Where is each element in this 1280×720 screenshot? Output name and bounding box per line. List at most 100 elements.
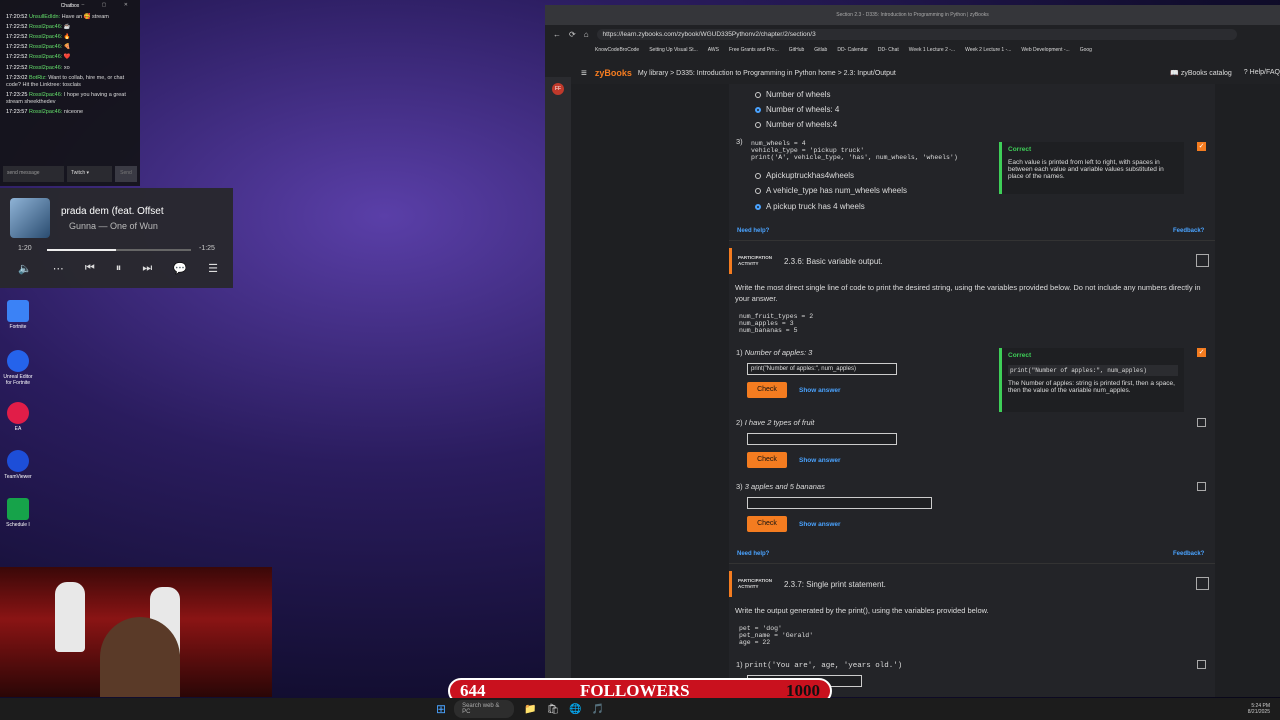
- chat-timestamp: 17:20:52: [6, 13, 28, 20]
- bookmark-item[interactable]: KnowCodeBroCode: [595, 47, 639, 53]
- unreal-editor-icon: [7, 350, 29, 372]
- bookmark-item[interactable]: Setting Up Visual St...: [649, 47, 698, 53]
- check-button[interactable]: Check: [747, 452, 787, 468]
- pause-icon[interactable]: ⏸: [116, 262, 122, 275]
- home-icon[interactable]: ⌂: [584, 30, 589, 39]
- chat-text: ☕: [63, 23, 71, 30]
- browser-tab[interactable]: Section 2.3 - D335: Introduction to Prog…: [545, 5, 1280, 25]
- bookmark-item[interactable]: Gitlab: [814, 47, 827, 53]
- question-completion-box: [1197, 482, 1206, 491]
- desktop-icon-ea[interactable]: EA: [2, 402, 34, 432]
- show-answer-button[interactable]: Show answer: [799, 521, 841, 528]
- music-icon[interactable]: 🎵: [592, 704, 604, 715]
- chat-username[interactable]: Rossl2pac46:: [29, 24, 62, 30]
- queue-icon[interactable]: ☰: [208, 262, 218, 275]
- progress-bar[interactable]: [47, 249, 191, 251]
- radio-option[interactable]: Number of wheels:4: [755, 120, 837, 129]
- bookmark-item[interactable]: DD- Chat: [878, 47, 899, 53]
- need-help-link[interactable]: Need help?: [737, 551, 769, 557]
- back-icon[interactable]: ←: [553, 30, 561, 39]
- bookmark-item[interactable]: Goog: [1080, 47, 1092, 53]
- file-explorer-icon[interactable]: 📁: [524, 704, 536, 715]
- chat-username[interactable]: Rossl2pac46:: [29, 44, 62, 50]
- breadcrumb[interactable]: My library > D335: Introduction to Progr…: [638, 70, 896, 77]
- divider: [729, 240, 1215, 241]
- need-help-link[interactable]: Need help?: [737, 228, 769, 234]
- menu-icon[interactable]: ≡: [581, 68, 587, 79]
- radio-option[interactable]: Number of wheels: [755, 90, 830, 99]
- chat-username[interactable]: Rossl2pac46:: [29, 34, 62, 40]
- answer-input[interactable]: print("Number of apples:", num_apples): [747, 363, 897, 375]
- volume-icon[interactable]: 🔈: [18, 262, 32, 275]
- store-icon[interactable]: 🛍: [547, 704, 560, 715]
- section-card: Number of wheels Number of wheels: 4 Num…: [729, 84, 1215, 697]
- desktop-icon-label: EA: [14, 426, 22, 432]
- bookmark-item[interactable]: Web Development -...: [1021, 47, 1069, 53]
- show-answer-button[interactable]: Show answer: [799, 457, 841, 464]
- chat-message: 17:23:25 Rossl2pac46: I hope you having …: [0, 90, 140, 107]
- bookmark-item[interactable]: DD- Calendar: [837, 47, 868, 53]
- tab-title: Section 2.3 - D335: Introduction to Prog…: [836, 12, 989, 18]
- radio-option[interactable]: Number of wheels: 4: [755, 105, 839, 114]
- system-clock[interactable]: 5:24 PM 8/21/2025: [1248, 703, 1270, 715]
- radio-option[interactable]: A vehicle_type has num_wheels wheels: [755, 186, 907, 195]
- chrome-icon[interactable]: 🌐: [569, 704, 581, 715]
- bookmark-item[interactable]: Free Grants and Pro...: [729, 47, 779, 53]
- chat-timestamp: 17:23:02: [6, 74, 28, 81]
- taskbar: ⊞ Search web & PC 📁 🛍 🌐 🎵 5:24 PM 8/21/2…: [0, 698, 1280, 720]
- windows-start-icon[interactable]: ⊞: [436, 702, 446, 716]
- ea-icon: [7, 402, 29, 424]
- bookmark-item[interactable]: GitHub: [789, 47, 805, 53]
- chat-message: 17:23:02 BotRiz: Want to collab, hire me…: [0, 73, 140, 90]
- answer-input[interactable]: [747, 433, 897, 445]
- send-button[interactable]: Send: [115, 166, 137, 182]
- stormtrooper-figure: [55, 582, 85, 652]
- chat-timestamp: 17:22:52: [6, 23, 28, 30]
- profile-avatar[interactable]: FF: [552, 83, 564, 95]
- desktop-icon-fortnite[interactable]: Fortnite: [2, 300, 34, 330]
- desktop-icon-schedule[interactable]: Schedule I: [2, 498, 34, 528]
- divider: [729, 563, 1215, 564]
- chatbox-titlebar: Chatbox – ▢ ✕: [0, 0, 140, 12]
- chat-username[interactable]: Rossl2pac46:: [29, 109, 62, 115]
- chat-username[interactable]: Rossl2pac46:: [29, 54, 62, 60]
- radio-option[interactable]: A pickup truck has 4 wheels: [755, 202, 865, 211]
- question-prompt: I have 2 types of fruit: [744, 418, 815, 427]
- desktop-icon-teamviewer[interactable]: TeamViewer: [2, 450, 34, 480]
- lyrics-icon[interactable]: 💬: [173, 262, 187, 275]
- radio-label: Number of wheels:4: [766, 120, 838, 129]
- radio-button: [755, 106, 761, 113]
- feedback-link[interactable]: Feedback?: [1173, 228, 1204, 234]
- radio-option[interactable]: Apickuptruckhas4wheels: [755, 171, 854, 180]
- chat-message: 17:22:52 Rossl2pac46: 🔥: [0, 32, 140, 42]
- platform-select[interactable]: Twitch ▾: [67, 166, 112, 182]
- bookmark-item[interactable]: Week 1 Lecture 2 -...: [909, 47, 955, 53]
- chat-username[interactable]: Rossl2pac46:: [29, 92, 62, 98]
- show-answer-button[interactable]: Show answer: [799, 387, 841, 394]
- taskbar-apps: 📁 🛍 🌐 🎵: [524, 704, 604, 715]
- desktop-icon-unreal[interactable]: Unreal Editor for Fortnite: [2, 350, 34, 386]
- answer-input[interactable]: [747, 497, 932, 509]
- fortnite-icon: [7, 300, 29, 322]
- check-button[interactable]: Check: [747, 516, 787, 532]
- chat-input[interactable]: send message: [3, 166, 64, 182]
- previous-icon[interactable]: ⏮: [85, 262, 95, 275]
- chat-username[interactable]: Rossl2pac46:: [29, 65, 62, 71]
- feedback-link[interactable]: Feedback?: [1173, 551, 1204, 557]
- reload-icon[interactable]: ⟳: [569, 30, 576, 39]
- catalog-link[interactable]: 📖 zyBooks catalog: [1170, 69, 1232, 77]
- more-icon[interactable]: ⋯: [53, 262, 64, 275]
- desktop-icon-label: TeamViewer: [4, 474, 32, 480]
- taskbar-search[interactable]: Search web & PC: [454, 700, 515, 718]
- url-field[interactable]: https://learn.zybooks.com/zybook/WGUD335…: [596, 28, 1237, 40]
- chat-username[interactable]: BotRiz:: [29, 75, 47, 81]
- help-link[interactable]: ? Help/FAQ: [1244, 69, 1280, 77]
- chat-text: xo: [63, 64, 70, 71]
- next-icon[interactable]: ⏭: [142, 262, 152, 275]
- chat-username[interactable]: UnsullEdIdn:: [29, 14, 60, 20]
- zybooks-logo[interactable]: zyBooks: [595, 68, 632, 78]
- window-controls[interactable]: – ▢ ✕: [82, 2, 136, 8]
- bookmark-item[interactable]: AWS: [708, 47, 719, 53]
- bookmark-item[interactable]: Week 2 Lecture 1 -...: [965, 47, 1011, 53]
- check-button[interactable]: Check: [747, 382, 787, 398]
